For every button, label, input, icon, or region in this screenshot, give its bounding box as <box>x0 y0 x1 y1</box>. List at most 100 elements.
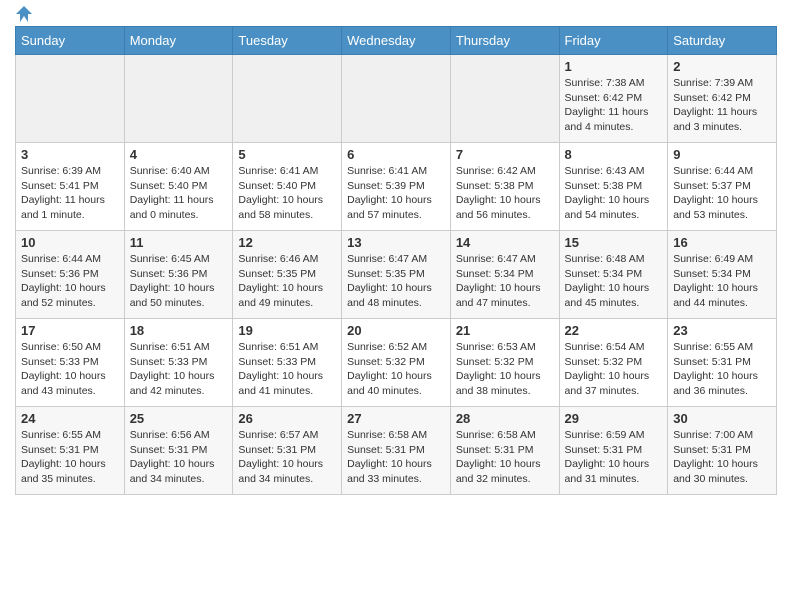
calendar-cell: 18 Sunrise: 6:51 AM Sunset: 5:33 PM Dayli… <box>124 319 233 407</box>
day-number: 7 <box>456 147 554 162</box>
week-row-2: 3 Sunrise: 6:39 AM Sunset: 5:41 PM Daylig… <box>16 143 777 231</box>
day-number: 14 <box>456 235 554 250</box>
day-info: Sunrise: 6:49 AM Sunset: 5:34 PM Dayligh… <box>673 252 771 311</box>
day-number: 18 <box>130 323 228 338</box>
day-number: 20 <box>347 323 445 338</box>
day-number: 25 <box>130 411 228 426</box>
calendar-cell: 22 Sunrise: 6:54 AM Sunset: 5:32 PM Dayli… <box>559 319 668 407</box>
weekday-header-friday: Friday <box>559 27 668 55</box>
day-number: 17 <box>21 323 119 338</box>
calendar-cell: 12 Sunrise: 6:46 AM Sunset: 5:35 PM Dayli… <box>233 231 342 319</box>
calendar-cell: 5 Sunrise: 6:41 AM Sunset: 5:40 PM Daylig… <box>233 143 342 231</box>
day-number: 21 <box>456 323 554 338</box>
day-number: 8 <box>565 147 663 162</box>
weekday-header-sunday: Sunday <box>16 27 125 55</box>
day-info: Sunrise: 6:46 AM Sunset: 5:35 PM Dayligh… <box>238 252 336 311</box>
day-info: Sunrise: 6:44 AM Sunset: 5:36 PM Dayligh… <box>21 252 119 311</box>
day-number: 1 <box>565 59 663 74</box>
day-info: Sunrise: 6:39 AM Sunset: 5:41 PM Dayligh… <box>21 164 119 223</box>
day-number: 2 <box>673 59 771 74</box>
day-info: Sunrise: 6:57 AM Sunset: 5:31 PM Dayligh… <box>238 428 336 487</box>
calendar-cell: 15 Sunrise: 6:48 AM Sunset: 5:34 PM Dayli… <box>559 231 668 319</box>
day-number: 30 <box>673 411 771 426</box>
calendar-cell: 30 Sunrise: 7:00 AM Sunset: 5:31 PM Dayli… <box>668 407 777 495</box>
week-row-4: 17 Sunrise: 6:50 AM Sunset: 5:33 PM Dayli… <box>16 319 777 407</box>
calendar-table: SundayMondayTuesdayWednesdayThursdayFrid… <box>15 26 777 495</box>
day-number: 23 <box>673 323 771 338</box>
calendar-cell: 4Sunrise: 6:40 AM Sunset: 5:40 PM Daylig… <box>124 143 233 231</box>
calendar-cell: 25 Sunrise: 6:56 AM Sunset: 5:31 PM Dayli… <box>124 407 233 495</box>
day-number: 26 <box>238 411 336 426</box>
calendar-cell: 9 Sunrise: 6:44 AM Sunset: 5:37 PM Daylig… <box>668 143 777 231</box>
calendar-cell <box>233 55 342 143</box>
day-number: 28 <box>456 411 554 426</box>
calendar-cell: 19Sunrise: 6:51 AM Sunset: 5:33 PM Dayli… <box>233 319 342 407</box>
week-row-1: 1Sunrise: 7:38 AM Sunset: 6:42 PM Daylig… <box>16 55 777 143</box>
day-info: Sunrise: 6:41 AM Sunset: 5:40 PM Dayligh… <box>238 164 336 223</box>
weekday-header-saturday: Saturday <box>668 27 777 55</box>
day-info: Sunrise: 6:45 AM Sunset: 5:36 PM Dayligh… <box>130 252 228 311</box>
day-info: Sunrise: 6:56 AM Sunset: 5:31 PM Dayligh… <box>130 428 228 487</box>
calendar-cell: 21 Sunrise: 6:53 AM Sunset: 5:32 PM Dayli… <box>450 319 559 407</box>
calendar-cell <box>16 55 125 143</box>
day-info: Sunrise: 6:47 AM Sunset: 5:35 PM Dayligh… <box>347 252 445 311</box>
day-info: Sunrise: 6:54 AM Sunset: 5:32 PM Dayligh… <box>565 340 663 399</box>
day-number: 15 <box>565 235 663 250</box>
day-info: Sunrise: 6:42 AM Sunset: 5:38 PM Dayligh… <box>456 164 554 223</box>
logo <box>15 14 32 20</box>
calendar-cell: 8 Sunrise: 6:43 AM Sunset: 5:38 PM Daylig… <box>559 143 668 231</box>
calendar-cell: 23 Sunrise: 6:55 AM Sunset: 5:31 PM Dayli… <box>668 319 777 407</box>
calendar-cell: 2 Sunrise: 7:39 AM Sunset: 6:42 PM Daylig… <box>668 55 777 143</box>
calendar-cell: 24 Sunrise: 6:55 AM Sunset: 5:31 PM Dayli… <box>16 407 125 495</box>
day-number: 11 <box>130 235 228 250</box>
calendar-cell: 3 Sunrise: 6:39 AM Sunset: 5:41 PM Daylig… <box>16 143 125 231</box>
day-number: 24 <box>21 411 119 426</box>
calendar-cell: 6Sunrise: 6:41 AM Sunset: 5:39 PM Daylig… <box>342 143 451 231</box>
weekday-header-wednesday: Wednesday <box>342 27 451 55</box>
weekday-header-tuesday: Tuesday <box>233 27 342 55</box>
day-info: Sunrise: 6:51 AM Sunset: 5:33 PM Dayligh… <box>238 340 336 399</box>
calendar-cell: 17 Sunrise: 6:50 AM Sunset: 5:33 PM Dayli… <box>16 319 125 407</box>
day-number: 5 <box>238 147 336 162</box>
calendar-cell: 29Sunrise: 6:59 AM Sunset: 5:31 PM Dayli… <box>559 407 668 495</box>
day-info: Sunrise: 6:58 AM Sunset: 5:31 PM Dayligh… <box>347 428 445 487</box>
weekday-header-monday: Monday <box>124 27 233 55</box>
calendar-cell: 13 Sunrise: 6:47 AM Sunset: 5:35 PM Dayli… <box>342 231 451 319</box>
day-info: Sunrise: 6:48 AM Sunset: 5:34 PM Dayligh… <box>565 252 663 311</box>
weekday-header-thursday: Thursday <box>450 27 559 55</box>
day-info: Sunrise: 7:00 AM Sunset: 5:31 PM Dayligh… <box>673 428 771 487</box>
day-info: Sunrise: 6:55 AM Sunset: 5:31 PM Dayligh… <box>21 428 119 487</box>
day-info: Sunrise: 6:47 AM Sunset: 5:34 PM Dayligh… <box>456 252 554 311</box>
day-info: Sunrise: 6:41 AM Sunset: 5:39 PM Dayligh… <box>347 164 445 223</box>
day-number: 27 <box>347 411 445 426</box>
calendar-cell: 16 Sunrise: 6:49 AM Sunset: 5:34 PM Dayli… <box>668 231 777 319</box>
day-info: Sunrise: 6:51 AM Sunset: 5:33 PM Dayligh… <box>130 340 228 399</box>
calendar-cell: 27 Sunrise: 6:58 AM Sunset: 5:31 PM Dayli… <box>342 407 451 495</box>
day-info: Sunrise: 6:52 AM Sunset: 5:32 PM Dayligh… <box>347 340 445 399</box>
calendar-cell: 10Sunrise: 6:44 AM Sunset: 5:36 PM Dayli… <box>16 231 125 319</box>
logo-bird-icon <box>16 6 32 22</box>
day-number: 3 <box>21 147 119 162</box>
day-number: 16 <box>673 235 771 250</box>
weekday-header-row: SundayMondayTuesdayWednesdayThursdayFrid… <box>16 27 777 55</box>
day-number: 13 <box>347 235 445 250</box>
day-number: 22 <box>565 323 663 338</box>
day-info: Sunrise: 6:55 AM Sunset: 5:31 PM Dayligh… <box>673 340 771 399</box>
day-info: Sunrise: 7:39 AM Sunset: 6:42 PM Dayligh… <box>673 76 771 135</box>
day-number: 12 <box>238 235 336 250</box>
calendar-cell: 7 Sunrise: 6:42 AM Sunset: 5:38 PM Daylig… <box>450 143 559 231</box>
calendar-cell <box>342 55 451 143</box>
day-info: Sunrise: 6:44 AM Sunset: 5:37 PM Dayligh… <box>673 164 771 223</box>
day-info: Sunrise: 6:50 AM Sunset: 5:33 PM Dayligh… <box>21 340 119 399</box>
header <box>15 10 777 20</box>
week-row-5: 24 Sunrise: 6:55 AM Sunset: 5:31 PM Dayli… <box>16 407 777 495</box>
day-info: Sunrise: 6:43 AM Sunset: 5:38 PM Dayligh… <box>565 164 663 223</box>
calendar-cell: 26 Sunrise: 6:57 AM Sunset: 5:31 PM Dayli… <box>233 407 342 495</box>
day-info: Sunrise: 6:59 AM Sunset: 5:31 PM Dayligh… <box>565 428 663 487</box>
day-info: Sunrise: 6:53 AM Sunset: 5:32 PM Dayligh… <box>456 340 554 399</box>
calendar-cell: 14 Sunrise: 6:47 AM Sunset: 5:34 PM Dayli… <box>450 231 559 319</box>
day-number: 9 <box>673 147 771 162</box>
day-info: Sunrise: 6:58 AM Sunset: 5:31 PM Dayligh… <box>456 428 554 487</box>
calendar-cell <box>124 55 233 143</box>
calendar-cell: 20 Sunrise: 6:52 AM Sunset: 5:32 PM Dayli… <box>342 319 451 407</box>
